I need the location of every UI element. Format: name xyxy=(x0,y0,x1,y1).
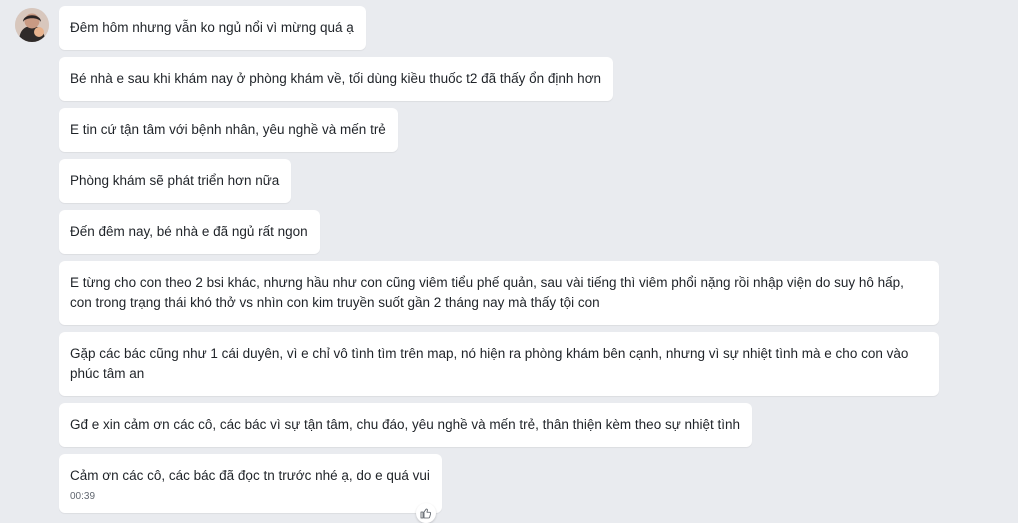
message-bubble[interactable]: E từng cho con theo 2 bsi khác, nhưng hầ… xyxy=(59,261,939,325)
user-avatar-icon xyxy=(15,8,49,42)
message-text: E tin cứ tận tâm với bệnh nhân, yêu nghề… xyxy=(70,122,386,137)
message-bubble[interactable]: Đến đêm nay, bé nhà e đã ngủ rất ngon xyxy=(59,210,320,254)
thumbs-up-icon xyxy=(420,508,431,519)
message-bubble[interactable]: Cảm ơn các cô, các bác đã đọc tn trước n… xyxy=(59,454,442,523)
react-button[interactable] xyxy=(415,503,436,523)
message-text: Bé nhà e sau khi khám nay ở phòng khám v… xyxy=(70,71,602,86)
message-bubble[interactable]: Phòng khám sẽ phát triển hơn nữa xyxy=(59,159,292,203)
message-list: Đêm hôm nhưng vẫn ko ngủ nổi vì mừng quá… xyxy=(59,6,959,523)
message-bubble[interactable]: Bé nhà e sau khi khám nay ở phòng khám v… xyxy=(59,57,614,101)
message-text: Đến đêm nay, bé nhà e đã ngủ rất ngon xyxy=(70,224,308,239)
sender-avatar[interactable] xyxy=(15,8,49,42)
message-bubble[interactable]: Gđ e xin cảm ơn các cô, các bác vì sự tậ… xyxy=(59,403,753,447)
message-bubble[interactable]: Gặp các bác cũng như 1 cái duyên, vì e c… xyxy=(59,332,939,396)
message-time: 00:39 xyxy=(70,491,96,502)
message-text: Cảm ơn các cô, các bác đã đọc tn trước n… xyxy=(70,468,430,483)
message-text: Gđ e xin cảm ơn các cô, các bác vì sự tậ… xyxy=(70,417,741,432)
message-text: Phòng khám sẽ phát triển hơn nữa xyxy=(70,173,280,188)
message-bubble[interactable]: Đêm hôm nhưng vẫn ko ngủ nổi vì mừng quá… xyxy=(59,6,366,50)
message-text: Đêm hôm nhưng vẫn ko ngủ nổi vì mừng quá… xyxy=(70,20,354,35)
message-text: Gặp các bác cũng như 1 cái duyên, vì e c… xyxy=(70,346,909,381)
chat-conversation: Đêm hôm nhưng vẫn ko ngủ nổi vì mừng quá… xyxy=(0,0,1018,523)
message-text: E từng cho con theo 2 bsi khác, nhưng hầ… xyxy=(70,275,904,310)
message-bubble[interactable]: E tin cứ tận tâm với bệnh nhân, yêu nghề… xyxy=(59,108,398,152)
